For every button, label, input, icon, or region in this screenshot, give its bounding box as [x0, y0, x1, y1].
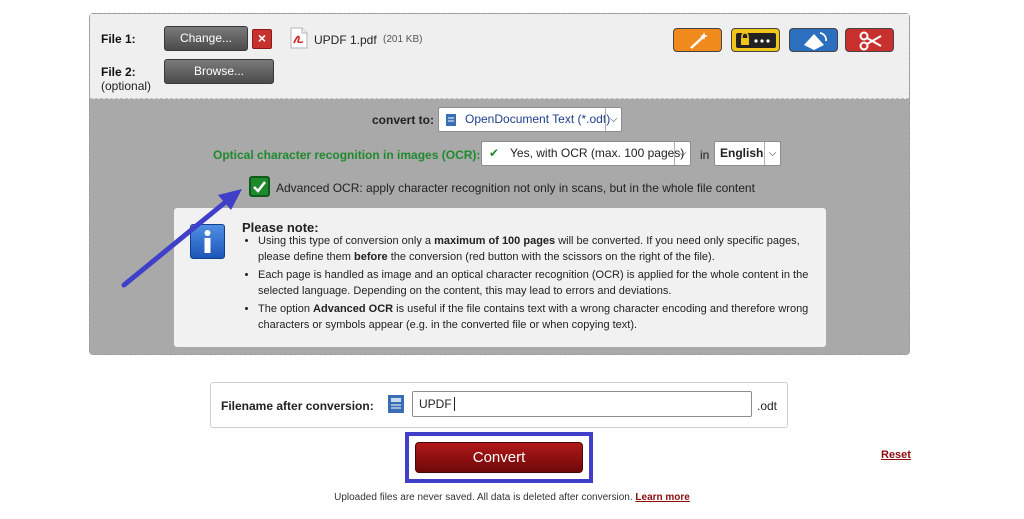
format-select-value: OpenDocument Text (*.odt) — [465, 112, 611, 126]
filename-extension: .odt — [757, 399, 778, 413]
filename-section: Filename after conversion: UPDF .odt — [210, 382, 788, 428]
note-list: Using this type of conversion only a max… — [242, 234, 814, 336]
rotate-icon[interactable] — [789, 28, 838, 52]
file2-label: File 2: — [101, 65, 136, 79]
list-item: Each page is handled as image and an opt… — [258, 268, 814, 299]
scissors-icon[interactable] — [845, 28, 894, 52]
list-item: Using this type of conversion only a max… — [258, 234, 814, 265]
ocr-in-label: in — [700, 148, 710, 162]
learn-more-link[interactable]: Learn more — [635, 492, 689, 503]
lock-password-icon[interactable] — [731, 28, 780, 52]
filename-input[interactable]: UPDF — [412, 391, 752, 417]
file-name: UPDF 1.pdf — [314, 33, 377, 47]
chevron-down-icon: ⌵ — [764, 142, 780, 165]
browse-button[interactable]: Browse... — [164, 59, 274, 84]
document-icon — [388, 395, 404, 413]
filename-label: Filename after conversion: — [221, 399, 374, 413]
note-title: Please note: — [242, 220, 319, 235]
footer-notice: Uploaded files are never saved. All data… — [334, 492, 690, 503]
checkmark-icon — [253, 181, 266, 193]
note-box: Please note: Using this type of conversi… — [174, 208, 826, 347]
file-selection-area: File 1: Change... × UPDF 1.pdf (201 KB) … — [90, 14, 909, 99]
pdf-icon — [290, 27, 308, 49]
chevron-down-icon: ⌵ — [605, 108, 621, 131]
convert-to-label: convert to: — [372, 113, 435, 127]
document-icon — [446, 114, 456, 126]
annotation-arrow — [121, 189, 242, 288]
x-icon[interactable]: × — [252, 29, 272, 49]
format-select[interactable]: OpenDocument Text (*.odt) ⌵ — [438, 107, 622, 132]
ocr-select[interactable]: ✔ Yes, with OCR (max. 100 pages) ⌵ — [481, 141, 691, 166]
advanced-ocr-checkbox[interactable] — [249, 176, 270, 197]
file1-label: File 1: — [101, 32, 136, 46]
check-icon: ✔ — [489, 146, 500, 160]
reset-link[interactable]: Reset — [881, 449, 911, 461]
file2-optional: (optional) — [101, 79, 152, 93]
chevron-down-icon: ⌵ — [674, 142, 690, 165]
change-file-button[interactable]: Change... — [164, 26, 248, 51]
magic-wand-icon[interactable] — [673, 28, 722, 52]
ocr-label: Optical character recognition in images … — [213, 148, 481, 162]
advanced-ocr-label: Advanced OCR: apply character recognitio… — [276, 181, 755, 195]
convert-button[interactable]: Convert — [415, 442, 583, 473]
convert-highlight: Convert — [405, 432, 593, 483]
ocr-select-value: Yes, with OCR (max. 100 pages) — [510, 146, 685, 160]
language-select-value: English — [720, 146, 764, 160]
list-item: The option Advanced OCR is useful if the… — [258, 302, 814, 333]
language-select[interactable]: English ⌵ — [714, 141, 781, 166]
file-size: (201 KB) — [383, 34, 423, 45]
